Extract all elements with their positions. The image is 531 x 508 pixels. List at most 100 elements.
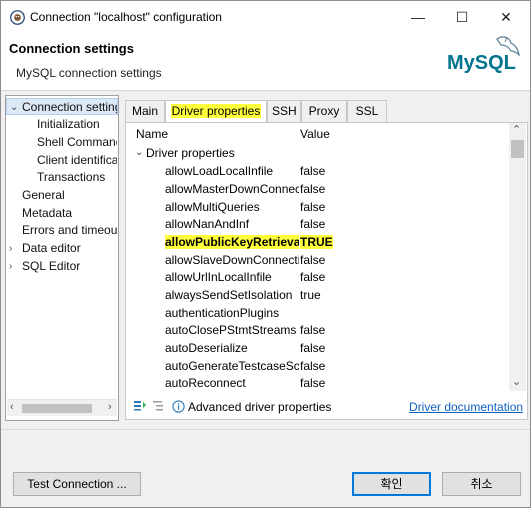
scroll-up-icon[interactable]: ⌃ (512, 123, 521, 136)
advanced-driver-properties-label[interactable]: Advanced driver properties (188, 400, 331, 414)
properties-vertical-scrollbar[interactable]: ⌃ ⌄ (509, 123, 526, 391)
expand-all-icon[interactable] (133, 399, 147, 411)
property-value[interactable]: false (300, 374, 325, 392)
column-header-name[interactable]: Name (136, 127, 168, 141)
table-row[interactable]: autoDeserialize false (130, 339, 506, 357)
tree-item-shell-commands[interactable]: Shell Commands (37, 134, 117, 151)
table-row[interactable]: autoClosePStmtStreams false (130, 321, 506, 339)
scroll-right-icon[interactable]: › (108, 401, 112, 413)
property-name: authenticationPlugins (165, 306, 280, 320)
property-name: autoDeserialize (165, 341, 248, 355)
tree-item-label: Errors and timeouts (22, 223, 117, 237)
table-row-highlighted[interactable]: allowPublicKeyRetrieval TRUE (130, 233, 506, 251)
driver-properties-panel: Name Value ⌄ Driver properties allowLoad… (125, 122, 528, 420)
page-title: Connection settings (9, 41, 134, 56)
group-label: Driver properties (146, 146, 235, 160)
scroll-left-icon[interactable]: ‹ (10, 401, 14, 413)
table-row[interactable]: allowMultiQueries false (130, 198, 506, 216)
tab-main[interactable]: Main (125, 100, 165, 122)
property-name: allowMasterDownConnections (165, 182, 299, 196)
test-connection-button[interactable]: Test Connection ... (13, 472, 141, 496)
tab-ssl[interactable]: SSL (347, 100, 387, 122)
tree-item-label: Shell Commands (37, 135, 117, 149)
properties-footer: Advanced driver properties Driver docume… (126, 395, 527, 419)
mysql-logo-text: MySQL (447, 52, 516, 74)
cancel-button[interactable]: 취소 (442, 472, 521, 496)
property-value[interactable]: false (300, 321, 325, 339)
config-dialog: Connection "localhost" configuration — ☐… (0, 0, 531, 508)
table-row[interactable]: allowNanAndInf false (130, 215, 506, 233)
property-name: autoGenerateTestcaseScript (165, 359, 299, 373)
tree-item-label: Metadata (22, 206, 73, 220)
ok-button[interactable]: 확인 (352, 472, 431, 496)
tree-item-client-identification[interactable]: Client identification (37, 152, 117, 169)
property-name: allowLoadLocalInfile (165, 164, 274, 178)
tree-item-label: Client identification (37, 153, 117, 167)
property-value[interactable]: true (300, 286, 321, 304)
property-name: autoClosePStmtStreams (165, 323, 297, 337)
tree-item-connection-settings[interactable]: ⌄ Connection settings (6, 98, 118, 115)
table-row[interactable]: allowLoadLocalInfile false (130, 162, 506, 180)
property-value[interactable]: TRUE (300, 233, 333, 251)
window-title: Connection "localhost" configuration (30, 10, 222, 24)
property-value[interactable]: false (300, 180, 325, 198)
property-name: autoReconnect (165, 376, 246, 390)
tree-item-label: Transactions (37, 170, 106, 184)
chevron-right-icon[interactable]: › (9, 240, 12, 257)
scrollbar-thumb[interactable] (511, 140, 524, 158)
minimize-button[interactable]: — (396, 1, 440, 33)
tree-item-errors-and-timeouts[interactable]: Errors and timeouts (22, 222, 117, 239)
property-name: alwaysSendSetIsolation (165, 288, 293, 302)
property-group-row[interactable]: ⌄ Driver properties (130, 144, 506, 162)
table-row[interactable]: allowMasterDownConnections false (130, 180, 506, 198)
chevron-down-icon[interactable]: ⌄ (10, 99, 18, 114)
scroll-down-icon[interactable]: ⌄ (512, 375, 521, 388)
property-name: allowPublicKeyRetrieval (165, 233, 299, 251)
tree-item-label: General (22, 188, 65, 202)
table-row[interactable]: alwaysSendSetIsolation true (130, 286, 506, 304)
properties-table: Name Value ⌄ Driver properties allowLoad… (130, 123, 510, 395)
tab-label: Driver properties (170, 104, 262, 118)
dbeaver-app-icon (10, 10, 25, 25)
property-value[interactable]: false (300, 268, 325, 286)
property-value[interactable]: false (300, 198, 325, 216)
property-value[interactable]: false (300, 339, 325, 357)
tab-ssh[interactable]: SSH (267, 100, 301, 122)
tree-item-metadata[interactable]: Metadata (22, 205, 117, 222)
property-value[interactable]: false (300, 162, 325, 180)
property-value[interactable]: false (300, 215, 325, 233)
property-name: allowUrlInLocalInfile (165, 270, 272, 284)
table-row[interactable]: autoGenerateTestcaseScript false (130, 357, 506, 375)
chevron-right-icon[interactable]: › (9, 258, 12, 275)
tree-item-transactions[interactable]: Transactions (37, 169, 117, 186)
tree-item-general[interactable]: General (22, 187, 117, 204)
settings-tree: ⌄ Connection settings Initialization She… (5, 95, 119, 421)
info-icon (172, 400, 185, 413)
close-button[interactable]: ✕ (484, 1, 528, 33)
table-row[interactable]: autoReconnect false (130, 374, 506, 392)
table-row[interactable]: authenticationPlugins (130, 304, 506, 322)
tab-driver-properties[interactable]: Driver properties (165, 100, 267, 123)
title-bar: Connection "localhost" configuration — ☐… (1, 1, 530, 33)
property-value[interactable]: false (300, 251, 325, 269)
scrollbar-thumb[interactable] (22, 404, 92, 413)
tree-horizontal-scrollbar[interactable]: ‹ › (7, 399, 117, 416)
maximize-button[interactable]: ☐ (440, 1, 484, 33)
property-name: allowSlaveDownConnections (165, 253, 299, 267)
collapse-all-icon[interactable] (152, 399, 166, 411)
driver-documentation-link[interactable]: Driver documentation (409, 400, 523, 414)
mysql-logo-icon: MySQL (447, 36, 520, 74)
table-row[interactable]: allowSlaveDownConnections false (130, 251, 506, 269)
tree-item-initialization[interactable]: Initialization (37, 116, 117, 133)
tab-proxy[interactable]: Proxy (301, 100, 347, 122)
property-value[interactable]: false (300, 357, 325, 375)
tree-item-sql-editor[interactable]: › SQL Editor (6, 258, 117, 275)
table-row[interactable]: allowUrlInLocalInfile false (130, 268, 506, 286)
tree-item-label: SQL Editor (22, 259, 81, 273)
property-name: allowMultiQueries (165, 200, 260, 214)
tree-item-label: Data editor (22, 241, 81, 255)
tree-item-data-editor[interactable]: › Data editor (6, 240, 117, 257)
column-header-value[interactable]: Value (300, 127, 330, 141)
footer-divider (1, 429, 530, 430)
chevron-down-icon[interactable]: ⌄ (135, 144, 143, 162)
